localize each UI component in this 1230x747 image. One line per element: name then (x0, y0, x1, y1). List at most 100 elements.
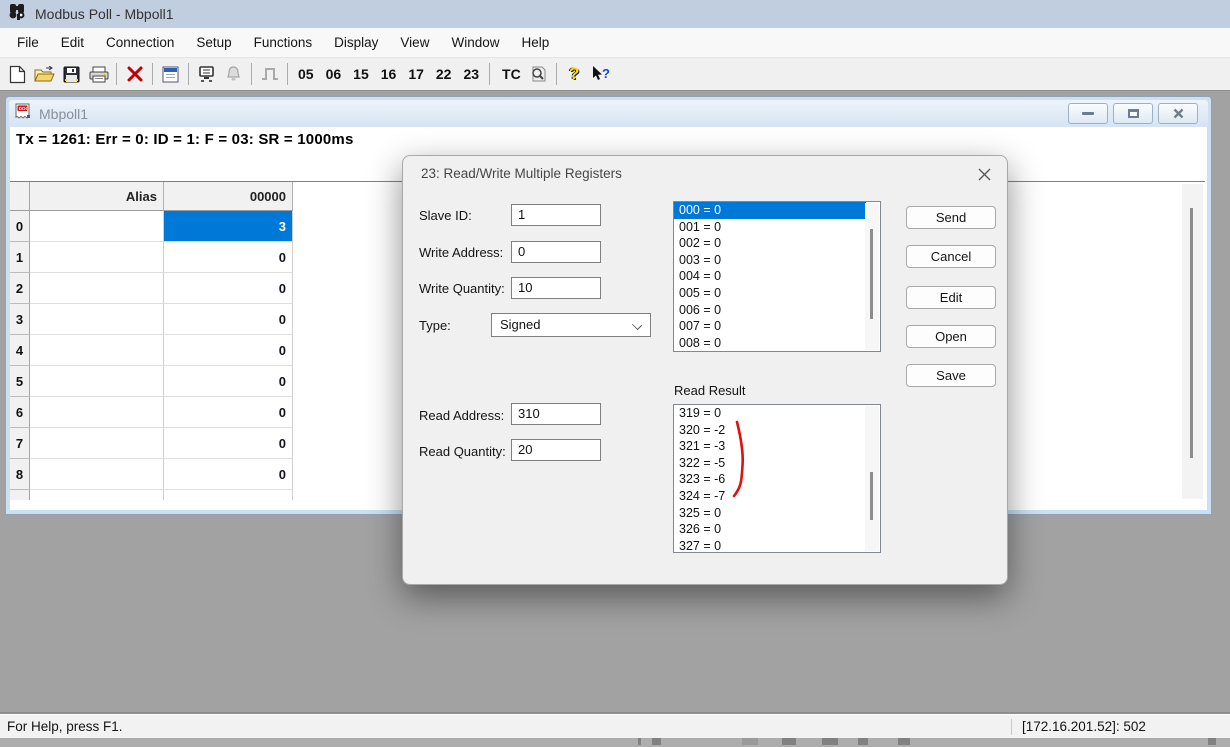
function-05-button[interactable]: 05 (292, 61, 320, 87)
list-item[interactable]: 323 = -6 (674, 471, 866, 488)
value-cell[interactable]: 0 (164, 459, 293, 490)
list-item[interactable]: 320 = -2 (674, 422, 866, 439)
open-file-button[interactable] (31, 61, 58, 87)
value-cell[interactable]: 0 (164, 304, 293, 335)
function-16-button[interactable]: 16 (375, 61, 403, 87)
function-22-button[interactable]: 22 (430, 61, 458, 87)
slave-id-field[interactable]: 1 (511, 204, 601, 226)
list-item[interactable]: 002 = 0 (674, 235, 866, 252)
test-center-button[interactable]: TC (494, 66, 525, 82)
value-cell[interactable]: 0 (164, 397, 293, 428)
pulse-button[interactable] (256, 61, 283, 87)
write-address-field[interactable]: 0 (511, 241, 601, 263)
list-item[interactable]: 325 = 0 (674, 505, 866, 522)
menu-functions[interactable]: Functions (243, 28, 324, 57)
grid-header-00000[interactable]: 00000 (164, 182, 293, 211)
alias-cell[interactable] (30, 366, 164, 397)
print-button[interactable] (85, 61, 112, 87)
row-header[interactable]: 4 (10, 335, 30, 366)
value-cell[interactable]: 0 (164, 335, 293, 366)
write-list-scrollbar-thumb[interactable] (870, 229, 873, 319)
row-header[interactable]: 6 (10, 397, 30, 428)
alias-cell[interactable] (30, 428, 164, 459)
close-button[interactable] (1158, 103, 1198, 124)
list-item[interactable]: 327 = 0 (674, 538, 866, 553)
list-item[interactable]: 326 = 0 (674, 521, 866, 538)
edit-button[interactable]: Edit (906, 286, 996, 309)
list-item[interactable]: 003 = 0 (674, 252, 866, 269)
alias-cell[interactable] (30, 397, 164, 428)
list-item-selected[interactable]: 000 = 0 (674, 202, 866, 219)
list-item[interactable]: 005 = 0 (674, 285, 866, 302)
alias-cell[interactable] (30, 211, 164, 242)
value-cell[interactable]: 0 (164, 428, 293, 459)
test-center-doc-button[interactable] (525, 61, 552, 87)
write-list-scrollbar[interactable] (865, 203, 879, 350)
alias-cell[interactable] (30, 273, 164, 304)
read-result-list[interactable]: 319 = 0 320 = -2 321 = -3 322 = -5 323 =… (673, 404, 881, 553)
row-header[interactable]: 3 (10, 304, 30, 335)
row-header[interactable]: 1 (10, 242, 30, 273)
restore-button[interactable] (1113, 103, 1153, 124)
function-17-button[interactable]: 17 (402, 61, 430, 87)
child-titlebar[interactable]: DOC Mbpoll1 (9, 100, 1208, 127)
row-header[interactable]: 8 (10, 459, 30, 490)
row-header[interactable]: 5 (10, 366, 30, 397)
new-file-button[interactable] (4, 61, 31, 87)
menu-edit[interactable]: Edit (50, 28, 95, 57)
menu-window[interactable]: Window (440, 28, 510, 57)
row-header[interactable]: 7 (10, 428, 30, 459)
list-item[interactable]: 007 = 0 (674, 318, 866, 335)
list-item[interactable]: 319 = 0 (674, 405, 866, 422)
grid-header-alias[interactable]: Alias (30, 182, 164, 211)
minimize-button[interactable] (1068, 103, 1108, 124)
write-quantity-field[interactable]: 10 (511, 277, 601, 299)
value-cell-selected[interactable]: 3 (164, 211, 293, 242)
cancel-button[interactable]: Cancel (906, 245, 996, 268)
value-cell[interactable]: 0 (164, 273, 293, 304)
list-item[interactable]: 006 = 0 (674, 302, 866, 319)
alias-cell[interactable] (30, 335, 164, 366)
write-values-list[interactable]: 000 = 0 001 = 0 002 = 0 003 = 0 004 = 0 … (673, 201, 881, 352)
list-item[interactable]: 322 = -5 (674, 455, 866, 472)
help-button[interactable]: ? (561, 61, 588, 87)
setup-window-button[interactable] (157, 61, 184, 87)
read-list-scrollbar[interactable] (865, 406, 879, 551)
value-cell[interactable]: 0 (164, 242, 293, 273)
menu-file[interactable]: File (6, 28, 50, 57)
send-button[interactable]: Send (906, 206, 996, 229)
list-item[interactable]: 324 = -7 (674, 488, 866, 505)
read-quantity-field[interactable]: 20 (511, 439, 601, 461)
alias-cell[interactable] (30, 459, 164, 490)
read-address-field[interactable]: 310 (511, 403, 601, 425)
disconnect-button[interactable] (121, 61, 148, 87)
comm-traffic-button[interactable] (193, 61, 220, 87)
read-list-scrollbar-thumb[interactable] (870, 472, 873, 520)
menu-connection[interactable]: Connection (95, 28, 185, 57)
menu-help[interactable]: Help (510, 28, 560, 57)
alias-cell[interactable] (30, 304, 164, 335)
dialog-close-button[interactable] (975, 165, 993, 183)
list-item[interactable]: 004 = 0 (674, 268, 866, 285)
setup-window-icon (162, 66, 179, 83)
function-15-button[interactable]: 15 (347, 61, 375, 87)
function-23-button[interactable]: 23 (457, 61, 485, 87)
grid-scrollbar-thumb[interactable] (1190, 208, 1193, 458)
row-header[interactable]: 2 (10, 273, 30, 304)
alias-cell[interactable] (30, 242, 164, 273)
open-button[interactable]: Open (906, 325, 996, 348)
menu-view[interactable]: View (389, 28, 440, 57)
list-item[interactable]: 001 = 0 (674, 219, 866, 236)
list-item[interactable]: 008 = 0 (674, 335, 866, 352)
alarm-button[interactable] (220, 61, 247, 87)
context-help-button[interactable]: ? (588, 61, 615, 87)
menu-setup[interactable]: Setup (185, 28, 242, 57)
value-cell[interactable]: 0 (164, 366, 293, 397)
menu-display[interactable]: Display (323, 28, 389, 57)
save-button[interactable]: Save (906, 364, 996, 387)
save-button[interactable] (58, 61, 85, 87)
function-06-button[interactable]: 06 (320, 61, 348, 87)
type-select[interactable]: Signed (491, 313, 651, 337)
row-header[interactable]: 0 (10, 211, 30, 242)
list-item[interactable]: 321 = -3 (674, 438, 866, 455)
